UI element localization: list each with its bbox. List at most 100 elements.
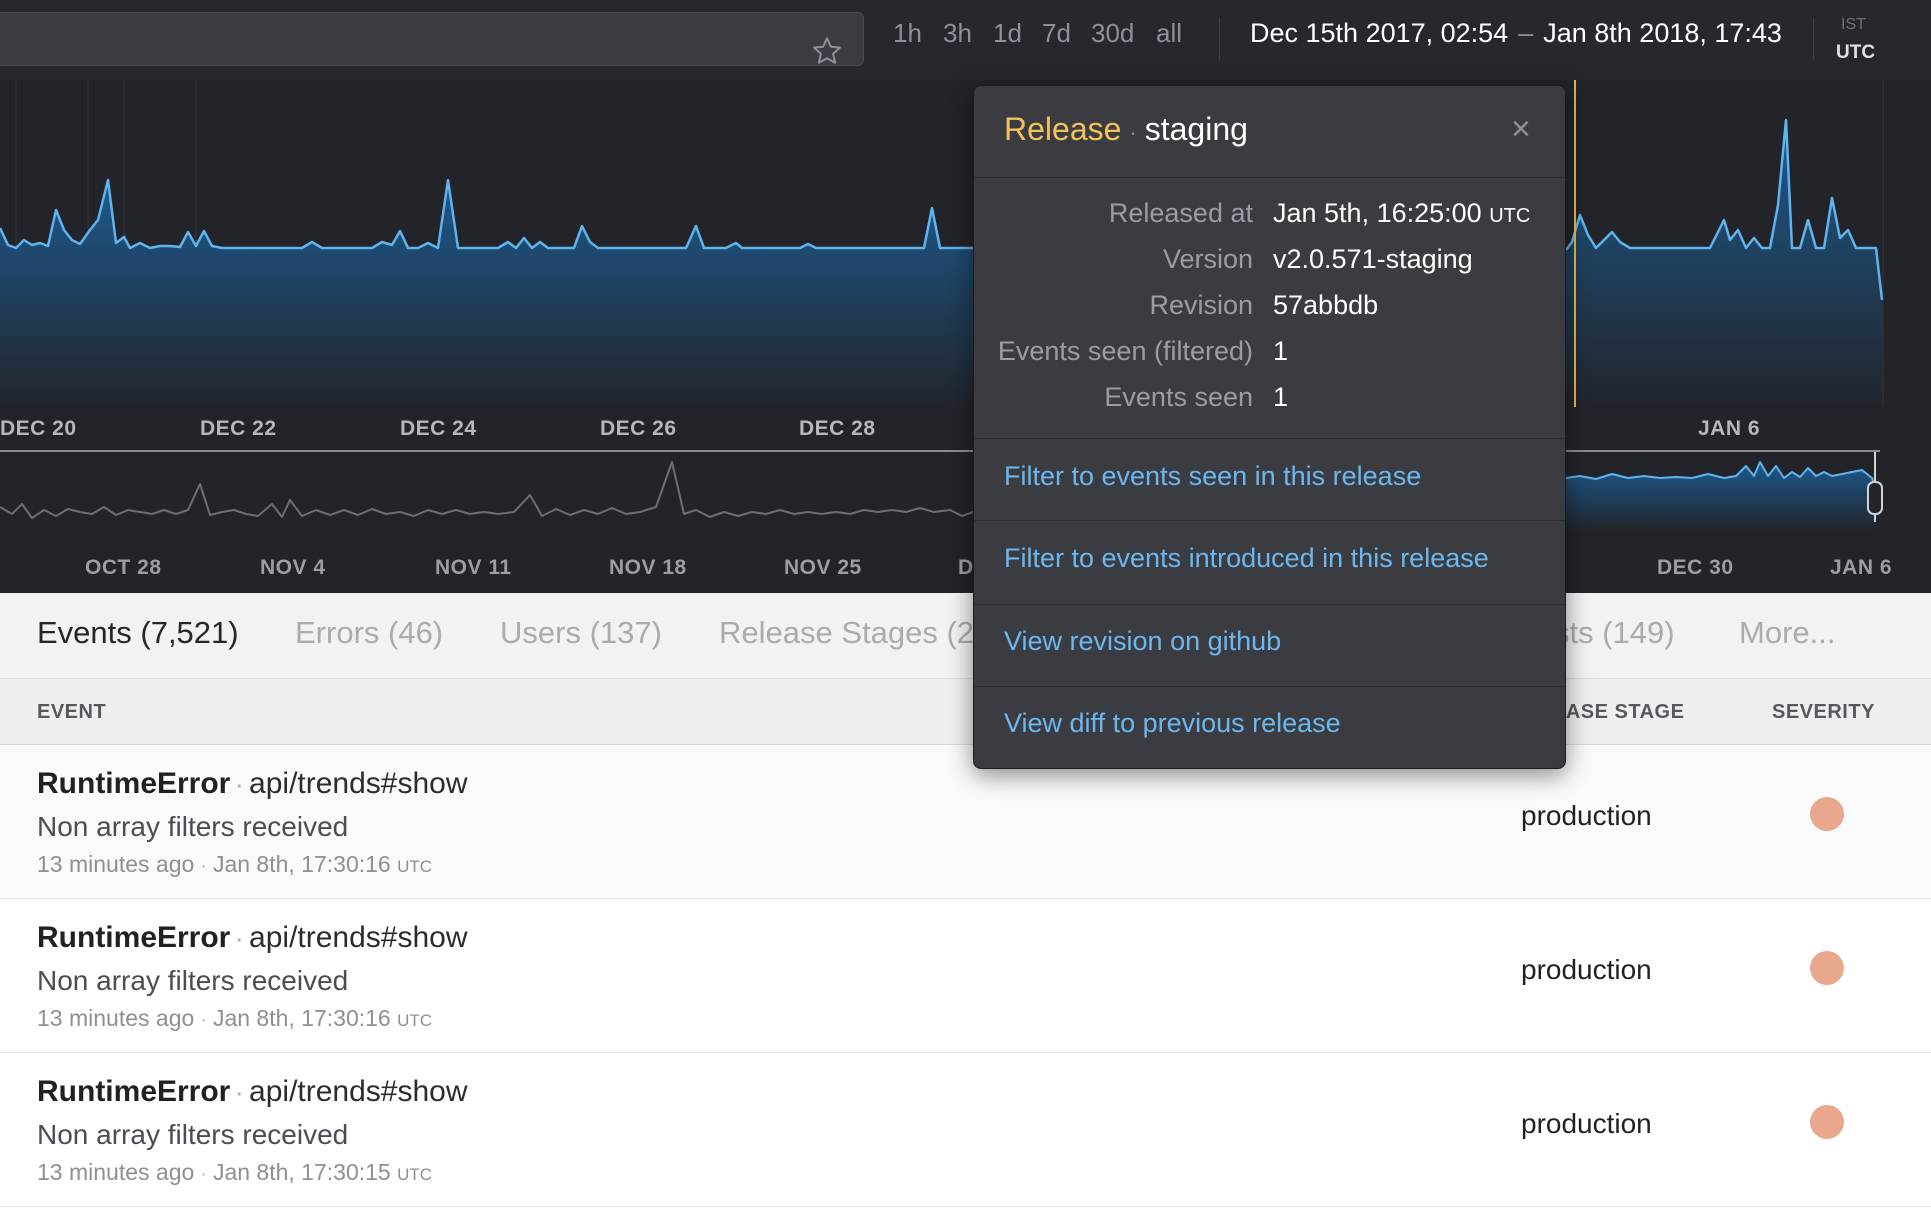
revision-label: Revision xyxy=(1149,290,1253,320)
separator-dot: · xyxy=(200,1163,207,1185)
release-popover: Release · staging × Released at Jan 5th, 1… xyxy=(973,85,1566,769)
overview-axis-label: D xyxy=(958,556,974,579)
divider xyxy=(1813,18,1814,60)
error-message: Non array filters received xyxy=(37,1119,349,1150)
table-row[interactable]: RuntimeError · api/trends#show Non array f… xyxy=(0,745,1931,899)
range-1h[interactable]: 1h xyxy=(893,18,922,49)
tab-hosts[interactable]: sts (149) xyxy=(1554,615,1675,651)
overview-axis-label: NOV 11 xyxy=(435,556,512,579)
timestamp: Jan 8th, 17:30:16 xyxy=(212,1005,391,1031)
tab-errors[interactable]: Errors (46) xyxy=(295,615,443,651)
tab-bar: Events (7,521) Errors (46) Users (137) R… xyxy=(0,593,1931,679)
column-header-event[interactable]: EVENT xyxy=(37,701,106,724)
x-axis-label: DEC 26 xyxy=(600,417,677,440)
divider xyxy=(974,520,1565,521)
separator-dot: · xyxy=(200,1009,207,1031)
release-stage: production xyxy=(1521,800,1652,831)
error-class: RuntimeError xyxy=(37,921,231,954)
severity-indicator xyxy=(1810,951,1844,985)
filter-seen-link[interactable]: Filter to events seen in this release xyxy=(1004,461,1421,492)
error-message: Non array filters received xyxy=(37,965,349,996)
tab-users[interactable]: Users (137) xyxy=(500,615,662,651)
severity-indicator xyxy=(1810,1105,1844,1139)
separator-dot: · xyxy=(200,855,207,877)
time-ago: 13 minutes ago xyxy=(37,1005,195,1031)
timezone-utc-toggle[interactable]: UTC xyxy=(1836,42,1875,64)
events-seen-label: Events seen xyxy=(1104,382,1253,412)
error-class: RuntimeError xyxy=(37,1075,231,1108)
separator-dot: · xyxy=(1129,120,1137,145)
date-from: Dec 15th 2017, 02:54 xyxy=(1250,18,1509,48)
table-row[interactable]: RuntimeError · api/trends#show Non array f… xyxy=(0,899,1931,1053)
timestamp: Jan 8th, 17:30:15 xyxy=(212,1159,391,1185)
overview-axis-label: DEC 30 xyxy=(1657,556,1734,579)
release-stage-name: staging xyxy=(1144,111,1248,147)
x-axis-label: DEC 20 xyxy=(0,417,77,440)
time-ago: 13 minutes ago xyxy=(37,851,195,877)
close-icon[interactable]: × xyxy=(1511,110,1531,149)
date-separator: – xyxy=(1518,18,1534,48)
released-at-time: Jan 5th, 16:25:00 xyxy=(1273,198,1482,228)
range-1d[interactable]: 1d xyxy=(993,18,1022,49)
timezone: UTC xyxy=(397,857,433,876)
events-chart[interactable]: DEC 20 DEC 22 DEC 24 DEC 26 DEC 28 JAN 6… xyxy=(0,80,1931,593)
range-all[interactable]: all xyxy=(1156,18,1182,49)
release-stage: production xyxy=(1521,1108,1652,1139)
tab-more[interactable]: More... xyxy=(1739,615,1835,651)
overview-axis-label: JAN 6 xyxy=(1830,556,1893,579)
chart-line xyxy=(0,178,973,250)
event-timeline-chart[interactable] xyxy=(0,80,1931,410)
column-header-release-stage[interactable]: EASE STAGE xyxy=(1552,701,1684,724)
error-class: RuntimeError xyxy=(37,767,231,800)
chart-area-right xyxy=(1566,120,1882,410)
events-seen-filtered-label: Events seen (filtered) xyxy=(997,336,1253,366)
view-revision-link[interactable]: View revision on github xyxy=(1004,626,1281,657)
overview-axis-label: OCT 28 xyxy=(85,556,162,579)
release-label: Release xyxy=(1004,111,1122,147)
star-icon[interactable] xyxy=(811,35,843,67)
range-3h[interactable]: 3h xyxy=(943,18,972,49)
range-30d[interactable]: 30d xyxy=(1091,18,1134,49)
timezone: UTC xyxy=(1489,205,1531,227)
tab-release-stages[interactable]: Release Stages (2) xyxy=(719,615,984,651)
revision-value: 57abbdb xyxy=(1273,290,1379,320)
release-marker[interactable] xyxy=(1574,80,1576,407)
severity-indicator xyxy=(1810,797,1844,831)
brush-handle xyxy=(1867,481,1883,515)
view-diff-link[interactable]: View diff to previous release xyxy=(1004,708,1341,739)
time-ago: 13 minutes ago xyxy=(37,1159,195,1185)
tab-events[interactable]: Events (7,521) xyxy=(37,615,239,651)
filter-introduced-link[interactable]: Filter to events introduced in this rele… xyxy=(1004,543,1489,574)
version-value: v2.0.571-staging xyxy=(1273,244,1473,274)
date-range-picker[interactable]: Dec 15th 2017, 02:54– Jan 8th 2018, 17:43 xyxy=(1250,18,1782,49)
divider xyxy=(974,438,1565,439)
overview-axis-label: NOV 18 xyxy=(609,556,687,579)
separator-dot: · xyxy=(236,776,244,798)
timezone-ist-toggle[interactable]: IST xyxy=(1841,16,1866,34)
separator-dot: · xyxy=(236,930,244,952)
release-stage: production xyxy=(1521,954,1652,985)
search-input[interactable] xyxy=(0,12,864,66)
error-context: api/trends#show xyxy=(249,1075,468,1108)
table-row[interactable]: RuntimeError · api/trends#show Non array f… xyxy=(0,1053,1931,1207)
chart-area xyxy=(0,180,973,410)
events-seen-value: 1 xyxy=(1273,382,1289,412)
overview-area-right xyxy=(1566,462,1876,532)
column-header-severity[interactable]: SEVERITY xyxy=(1772,701,1875,724)
error-context: api/trends#show xyxy=(249,767,468,800)
x-axis-label: DEC 24 xyxy=(400,417,477,440)
range-7d[interactable]: 7d xyxy=(1042,18,1071,49)
overview-line xyxy=(0,461,974,519)
timestamp: Jan 8th, 17:30:16 xyxy=(212,851,391,877)
date-to: Jan 8th 2018, 17:43 xyxy=(1543,18,1782,48)
divider xyxy=(974,604,1565,605)
popover-header: Release · staging × xyxy=(974,86,1565,178)
events-seen-filtered-value: 1 xyxy=(1273,336,1289,366)
error-context: api/trends#show xyxy=(249,921,468,954)
divider xyxy=(1219,18,1220,60)
popover-title: Release · staging xyxy=(1004,111,1248,148)
separator-dot: · xyxy=(236,1084,244,1106)
divider xyxy=(974,686,1565,687)
x-axis-label: DEC 28 xyxy=(799,417,876,440)
overview-axis-label: NOV 25 xyxy=(784,556,862,579)
